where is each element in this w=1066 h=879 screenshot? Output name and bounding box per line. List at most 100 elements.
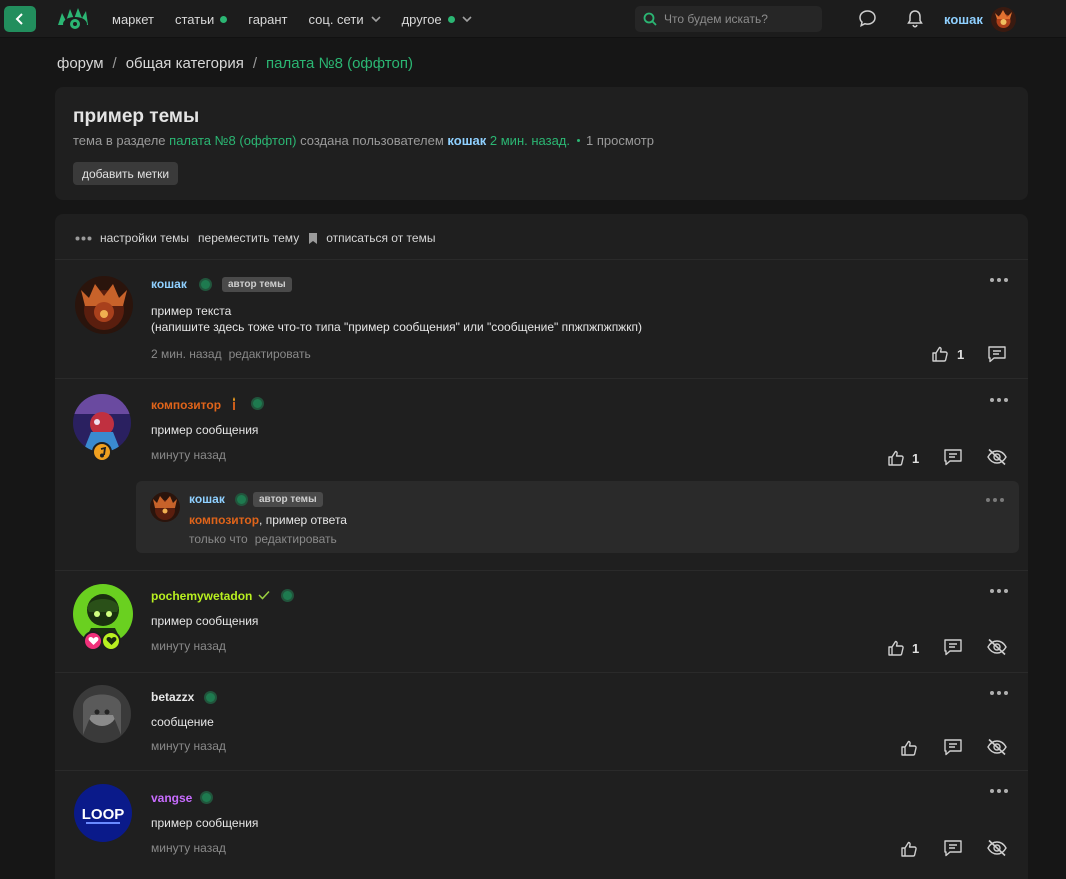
mention-link[interactable]: композитор [189,513,259,527]
reply-icon[interactable] [987,345,1007,363]
more-options-button[interactable] [990,397,1008,403]
edit-link[interactable]: редактировать [229,347,311,361]
thread-header: пример темы тема в разделе палата №8 (оф… [55,87,1028,200]
posts-container: настройки темы переместить тему отписать… [55,214,1028,879]
search-box[interactable] [635,6,822,32]
reply-icon[interactable] [943,738,963,756]
like-icon[interactable] [900,840,918,858]
post-username[interactable]: pochemywetadon [151,589,252,603]
site-logo[interactable] [56,5,90,33]
reply-text-body: , пример ответа [259,513,347,527]
like-count: 1 [912,641,920,656]
more-options-button[interactable] [990,588,1008,594]
heart-badge-icon [83,631,103,651]
online-indicator [283,591,292,600]
top-bar: маркет статьи гарант соц. сети другое Чт… [0,0,1066,38]
chat-icon[interactable] [858,9,877,28]
bookmark-icon [309,232,318,244]
search-input[interactable] [664,12,814,26]
more-options-button[interactable] [990,690,1008,696]
post-text: пример сообщения [151,423,259,437]
thread-author-link[interactable]: кошак [447,133,486,148]
more-options-button[interactable] [990,277,1008,283]
breadcrumb-separator: / [252,55,258,72]
avatar[interactable] [75,276,133,334]
post-text: пример текста (напишите здесь тоже что-т… [151,303,642,335]
reply-icon[interactable] [943,638,963,656]
like-count: 1 [957,347,965,362]
breadcrumb-separator: / [112,55,117,72]
reply-text: композитор, пример ответа [189,512,347,528]
breadcrumb-forum[interactable]: форум [57,55,104,72]
online-indicator [237,495,246,504]
nav-item-social[interactable]: соц. сети [309,12,381,27]
nav-item-other[interactable]: другое [402,12,472,27]
nav-item-market[interactable]: маркет [112,12,154,27]
post: betazzx сообщение минуту назад [55,673,1028,770]
post-time[interactable]: минуту назад [151,448,226,462]
post-username[interactable]: композитор [151,398,221,412]
breadcrumb: форум / общая категория / палата №8 (офф… [57,55,413,72]
reply-avatar[interactable] [150,492,180,522]
post-time[interactable]: минуту назад [151,841,226,855]
unsubscribe-label: отписаться от темы [326,231,436,245]
hide-icon[interactable] [986,738,1008,756]
post-time[interactable]: 2 мин. назад [151,347,222,361]
post-username[interactable]: кошак [151,277,187,291]
move-thread-button[interactable]: переместить тему [198,231,299,245]
post-text: пример сообщения [151,614,259,628]
like-icon[interactable] [900,739,918,757]
like-icon[interactable] [887,449,905,467]
user-avatar[interactable] [991,7,1016,32]
hide-icon[interactable] [986,448,1008,466]
post-username[interactable]: vangse [151,791,192,805]
reply-username[interactable]: кошак [189,492,225,506]
thread-settings-label: настройки темы [100,231,190,245]
breadcrumb-current[interactable]: палата №8 (оффтоп) [266,55,413,72]
back-button[interactable] [4,6,36,32]
like-icon[interactable] [887,639,905,657]
edit-link[interactable]: редактировать [255,532,337,546]
post-meta: минуту назад [151,639,226,653]
bell-icon[interactable] [906,9,924,28]
post-time[interactable]: минуту назад [151,639,226,653]
post-time[interactable]: минуту назад [151,739,226,753]
post: pochemywetadon пример сообщения минуту н… [55,571,1028,672]
post-meta: минуту назад [151,448,226,462]
thread-section-link[interactable]: палата №8 (оффтоп) [169,133,296,148]
avatar[interactable] [73,685,131,743]
post-meta: 2 мин. назад редактировать [151,347,311,361]
thread-actions: настройки темы переместить тему отписать… [75,231,444,245]
post-meta: минуту назад [151,841,226,855]
reply-time[interactable]: только что [189,532,248,546]
avatar[interactable]: LOOP [74,784,132,842]
post-text-line: (напишите здесь тоже что-то типа "пример… [151,320,642,334]
hide-icon[interactable] [986,638,1008,656]
reply-icon[interactable] [943,839,963,857]
verified-check-icon [258,590,270,600]
more-options-button[interactable] [990,788,1008,794]
nav-label: статьи [174,11,215,27]
move-thread-label: переместить тему [198,231,300,245]
hide-icon[interactable] [986,839,1008,857]
unsubscribe-button[interactable]: отписаться от темы [308,231,435,245]
main-nav: маркет статьи гарант соц. сети другое [112,0,493,38]
new-content-dot [447,15,455,23]
nav-item-guarantor[interactable]: гарант [248,12,287,27]
reply-icon[interactable] [943,448,963,466]
add-tags-button[interactable]: добавить метки [73,162,179,185]
thread-settings-button[interactable]: настройки темы [75,231,189,245]
new-content-dot [220,15,228,23]
more-options-button[interactable] [986,497,1004,503]
like-icon[interactable] [931,345,949,363]
post-username[interactable]: betazzx [151,690,194,704]
post-meta: минуту назад [151,739,226,753]
thread-meta: тема в разделе палата №8 (оффтоп) создан… [73,133,654,148]
nav-label: маркет [112,11,154,27]
breadcrumb-category[interactable]: общая категория [126,55,244,72]
online-indicator [202,793,211,802]
current-username[interactable]: кошак [944,12,983,27]
reply-box: кошак автор темы композитор, пример отве… [136,481,1019,553]
nav-item-articles[interactable]: статьи [174,11,228,27]
reply-meta: только что редактировать [189,532,337,546]
